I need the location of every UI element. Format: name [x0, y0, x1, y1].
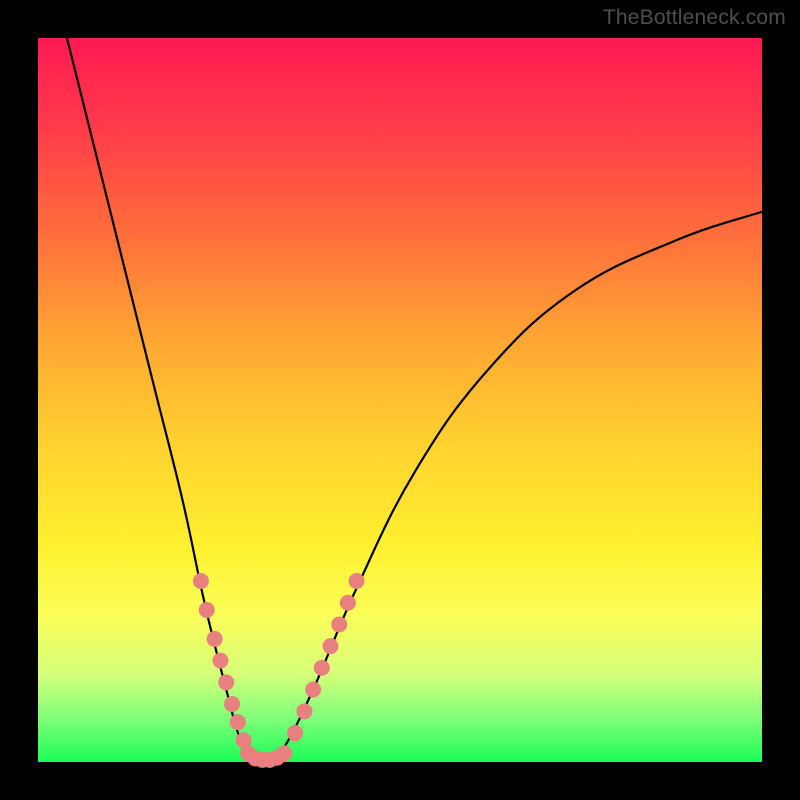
data-dot	[296, 703, 312, 719]
data-dot	[207, 631, 223, 647]
bottleneck-curve	[67, 38, 762, 765]
data-dot	[224, 696, 240, 712]
data-dot	[230, 714, 246, 730]
data-dot	[349, 573, 365, 589]
plot-area	[38, 38, 762, 762]
curve-svg	[38, 38, 762, 762]
data-dot	[199, 602, 215, 618]
data-dot	[218, 674, 234, 690]
data-dot	[314, 660, 330, 676]
data-dot	[276, 745, 292, 761]
data-dot	[305, 682, 321, 698]
data-dot	[322, 638, 338, 654]
data-dot	[287, 725, 303, 741]
data-dot	[193, 573, 209, 589]
data-dots	[193, 573, 365, 768]
watermark-text: TheBottleneck.com	[603, 6, 786, 30]
data-dot	[340, 595, 356, 611]
data-dot	[331, 616, 347, 632]
data-dot	[212, 653, 228, 669]
chart-stage: TheBottleneck.com	[0, 0, 800, 800]
